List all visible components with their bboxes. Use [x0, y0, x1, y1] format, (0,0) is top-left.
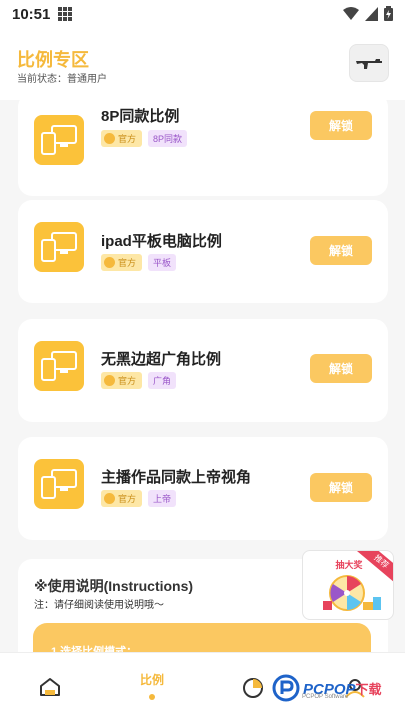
ratio-card: 主播作品同款上帝视角 官方 上帝 解锁	[18, 437, 388, 540]
unlock-button[interactable]: 解锁	[310, 473, 372, 502]
instructions-heading: ※使用说明(Instructions)	[34, 578, 194, 594]
tab-home[interactable]	[20, 663, 80, 711]
user-status-text: 当前状态：普通用户	[17, 74, 107, 85]
tag-row: 官方 上帝	[101, 490, 177, 507]
rifle-icon	[356, 59, 382, 69]
monitor-icon	[34, 115, 84, 165]
lottery-promo[interactable]: 推荐 抽大奖	[302, 550, 394, 620]
monitor-icon	[34, 459, 84, 509]
tab-ratio-label: 比例	[139, 673, 164, 687]
status-icons	[343, 6, 393, 21]
monitor-icon	[34, 341, 84, 391]
home-icon	[40, 678, 60, 696]
instruction-step: 1.选择比例模式：	[33, 623, 371, 652]
ratio-card: ipad平板电脑比例 官方 平板 解锁	[18, 200, 388, 303]
official-tag: 官方	[101, 254, 143, 271]
coin-icon	[104, 257, 115, 268]
official-tag: 官方	[101, 372, 143, 389]
ratio-name: 8P同款比例	[101, 108, 180, 125]
ratio-name: 无黑边超广角比例	[101, 351, 222, 368]
ratio-name: ipad平板电脑比例	[101, 233, 222, 250]
watermark-subtext: PCPOP Software	[302, 694, 349, 700]
page-header: 比例专区 当前状态：普通用户	[0, 28, 405, 100]
page-title: 比例专区	[17, 50, 89, 70]
ratio-name: 主播作品同款上帝视角	[101, 469, 252, 486]
tag-row: 官方 8P同款	[101, 130, 188, 147]
unlock-button[interactable]: 解锁	[310, 111, 372, 140]
notification-grid-icon	[58, 7, 73, 21]
active-indicator	[149, 694, 155, 700]
prize-wheel-icon	[323, 575, 381, 611]
unlock-button[interactable]: 解锁	[310, 354, 372, 383]
status-bar: 10:51	[0, 0, 405, 28]
coin-icon	[104, 375, 115, 386]
tag-row: 官方 平板	[101, 254, 177, 271]
official-tag: 官方	[101, 490, 143, 507]
coin-icon	[104, 493, 115, 504]
tag-row: 官方 广角	[101, 372, 177, 389]
pcpop-logo-icon	[272, 674, 300, 702]
instructions-note: 注：请仔细阅读使用说明哦～	[34, 600, 164, 611]
category-tag: 上帝	[148, 490, 177, 507]
official-tag: 官方	[101, 130, 143, 147]
monitor-icon	[34, 222, 84, 272]
category-tag: 平板	[148, 254, 177, 271]
category-tag: 广角	[148, 372, 177, 389]
weapon-button[interactable]	[349, 44, 389, 82]
ratio-card: 8P同款比例 官方 8P同款 解锁	[18, 100, 388, 196]
instruction-step-text: 1.选择比例模式：	[51, 646, 138, 652]
pie-chart-icon	[243, 678, 263, 698]
unlock-button[interactable]: 解锁	[310, 236, 372, 265]
watermark: PCPOP下载 PCPOP Software	[272, 674, 382, 702]
battery-icon	[384, 6, 393, 21]
ratio-card: 无黑边超广角比例 官方 广角 解锁	[18, 319, 388, 422]
wifi-icon	[343, 6, 359, 20]
coin-icon	[104, 133, 115, 144]
tab-ratio[interactable]: 比例	[122, 663, 182, 711]
status-time: 10:51	[12, 5, 51, 23]
signal-icon	[365, 6, 378, 21]
category-tag: 8P同款	[148, 130, 188, 147]
